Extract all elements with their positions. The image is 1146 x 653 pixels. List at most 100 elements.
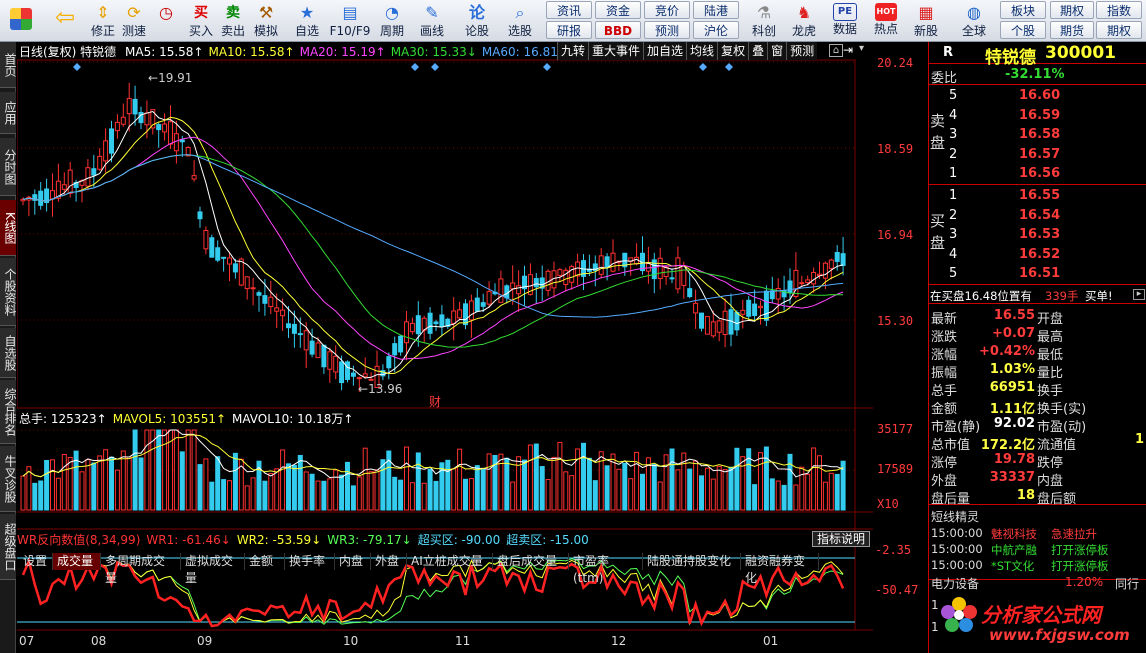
menu-dropdown-icon[interactable]: ▾	[859, 43, 864, 54]
order-book-row[interactable]: 1 16.56	[929, 166, 1146, 185]
tab-apps[interactable]: 应用	[0, 92, 17, 134]
indicator-tab[interactable]: 虚拟成交量	[181, 553, 245, 585]
forum-button[interactable]: 论论股	[460, 0, 494, 42]
f10-button[interactable]: ▤ F10/F9	[328, 0, 372, 42]
order-book-row[interactable]: 4 16.59	[929, 108, 1146, 127]
order-book-row[interactable]: 4 16.52	[929, 247, 1146, 266]
event-marker-icon[interactable]	[543, 63, 551, 71]
expand-icon[interactable]: ⇥	[843, 43, 853, 57]
volume-bar	[569, 475, 575, 511]
event-marker-icon[interactable]	[411, 63, 419, 71]
volume-bar	[634, 451, 640, 511]
chart-header-button[interactable]: 均线	[686, 42, 718, 60]
tab-kline[interactable]: K线图	[0, 200, 17, 256]
futures-button[interactable]: 期货	[1050, 21, 1094, 39]
chart-header-button[interactable]: 加自选	[643, 42, 687, 60]
individual-stock-button[interactable]: 个股	[1000, 21, 1046, 39]
indicator-tab[interactable]: 融资融券变化	[741, 553, 819, 585]
indicator-tab[interactable]: 盘后成交量	[493, 553, 569, 570]
dragon-tiger-button[interactable]: ♞ 龙虎	[786, 0, 822, 42]
hotspot-button[interactable]: HOT 热点	[868, 0, 904, 42]
event-marker-icon[interactable]	[699, 63, 707, 71]
news-stock[interactable]: 魅视科技	[991, 526, 1037, 542]
chart-header-button[interactable]: 复权	[717, 42, 749, 60]
toolbar-button-clock[interactable]: ◷测速	[150, 0, 182, 42]
hk-connect-button[interactable]: 陆港	[693, 1, 739, 19]
financial-report-event-icon[interactable]: 财	[429, 393, 441, 410]
capital-button[interactable]: 资金	[595, 1, 641, 19]
window-layout-button[interactable]	[4, 0, 38, 42]
chart-header-button[interactable]: 窗	[767, 42, 787, 60]
chart-header-button[interactable]: 叠	[748, 42, 768, 60]
sector-button[interactable]: 板块	[1000, 1, 1046, 19]
auction-button[interactable]: 竞价	[644, 1, 690, 19]
tab-watchlist[interactable]: 自选股	[0, 328, 17, 378]
volume-bar	[563, 471, 569, 511]
tab-ranking[interactable]: 综合排名	[0, 380, 17, 444]
sell-button[interactable]: 卖卖出	[218, 0, 248, 42]
tab-diagnosis[interactable]: 牛叉诊股	[0, 446, 17, 512]
shanghai-london-button[interactable]: 沪伦	[693, 21, 739, 39]
news-title: 短线精灵	[931, 510, 980, 524]
indicator-tab[interactable]: 多周期成交量	[101, 553, 181, 585]
chart-header-button[interactable]: 预测	[786, 42, 818, 60]
order-book-row[interactable]: 5 16.51	[929, 266, 1146, 285]
candle-body	[610, 252, 616, 272]
draw-line-button[interactable]: ✎ 画线	[414, 0, 450, 42]
sector-more[interactable]: 同行	[1115, 575, 1139, 592]
event-marker-icon[interactable]	[73, 63, 81, 71]
period-button[interactable]: ◔ 周期	[374, 0, 410, 42]
tab-intraday[interactable]: 分时图	[0, 138, 17, 196]
lock-icon[interactable]: ⌂	[829, 44, 843, 57]
tab-super-board[interactable]: 超级盘口	[0, 514, 17, 580]
index-button[interactable]: 指数	[1096, 1, 1142, 19]
options-button-2[interactable]: 期权	[1096, 21, 1142, 39]
candle-body	[345, 361, 350, 380]
event-marker-icon[interactable]	[431, 63, 439, 71]
chart-header-button[interactable]: 重大事件	[588, 42, 644, 60]
indicator-tab[interactable]: 市盈率(ttm)	[569, 553, 643, 585]
news-button[interactable]: 资讯	[546, 1, 592, 19]
news-stock[interactable]: *ST文化	[991, 558, 1034, 574]
indicator-tab[interactable]: 陆股通持股变化	[643, 553, 741, 570]
sector-row[interactable]: 电力设备 1.20% 同行	[929, 574, 1146, 592]
indicator-tab[interactable]: AI立桩成交量	[407, 553, 493, 570]
toolbar-button-fix[interactable]: ⇕ 修正	[88, 0, 118, 42]
star-market-button[interactable]: ⚗ 科创	[746, 0, 782, 42]
bbd-button[interactable]: BBD	[595, 21, 641, 39]
chart-header-button[interactable]: 九转	[557, 42, 589, 60]
order-book-row[interactable]: 3 16.53	[929, 227, 1146, 246]
indicator-tab[interactable]: 换手率	[285, 553, 335, 570]
alert-toggle-icon[interactable]: ▸	[1133, 289, 1145, 300]
simulate-button[interactable]: ⚒ 模拟	[250, 0, 282, 42]
stock-picker-button[interactable]: ⌕ 选股	[500, 0, 540, 42]
watchlist-button[interactable]: ★ 自选	[290, 0, 324, 42]
order-book-row[interactable]: 3 16.58	[929, 127, 1146, 146]
options-button[interactable]: 期权	[1050, 1, 1094, 19]
order-book-row[interactable]: 5 16.60	[929, 88, 1146, 107]
order-book-row[interactable]: 2 16.54	[929, 208, 1146, 227]
new-stock-button[interactable]: ▦ 新股	[908, 0, 944, 42]
research-button[interactable]: 研报	[546, 21, 592, 39]
global-button[interactable]: ◍ 全球	[954, 0, 994, 42]
back-button[interactable]: ⇦	[48, 0, 82, 42]
order-book-row[interactable]: 2 16.57	[929, 147, 1146, 166]
buy-button[interactable]: 买买入	[186, 0, 216, 42]
order-book-row[interactable]: 1 16.55	[929, 188, 1146, 207]
event-marker-icon[interactable]	[725, 63, 733, 71]
indicator-tab[interactable]: 内盘	[335, 553, 371, 570]
indicator-tab[interactable]: 金额	[245, 553, 285, 570]
indicator-tab[interactable]: 外盘	[371, 553, 407, 570]
indicator-tab[interactable]: 设置	[19, 553, 53, 570]
news-stock[interactable]: 中航产融	[991, 542, 1037, 558]
toolbar-button-speedtest[interactable]: ⟳ 测速	[118, 0, 150, 42]
indicator-tab[interactable]: 成交量	[53, 553, 101, 570]
indicator-help-button[interactable]: 指标说明	[812, 531, 871, 547]
chart-area[interactable]: 日线(复权) 特锐德 MA5: 15.58↑ MA10: 15.58↑ MA20: …	[17, 42, 918, 653]
tab-home[interactable]: 首页	[0, 42, 17, 88]
data-button[interactable]: PE 数据	[826, 0, 864, 42]
main-toolbar: ⇦ ⇕修正 ⟳测速 ◷测速 买买入 卖卖出 ⚒模拟 ★自选 ▤F10/F9 ◔周…	[0, 0, 1146, 42]
info-value: +0.07	[992, 326, 1035, 341]
forecast-button[interactable]: 预测	[644, 21, 690, 39]
tab-stock-profile[interactable]: 个股资料	[0, 258, 17, 326]
